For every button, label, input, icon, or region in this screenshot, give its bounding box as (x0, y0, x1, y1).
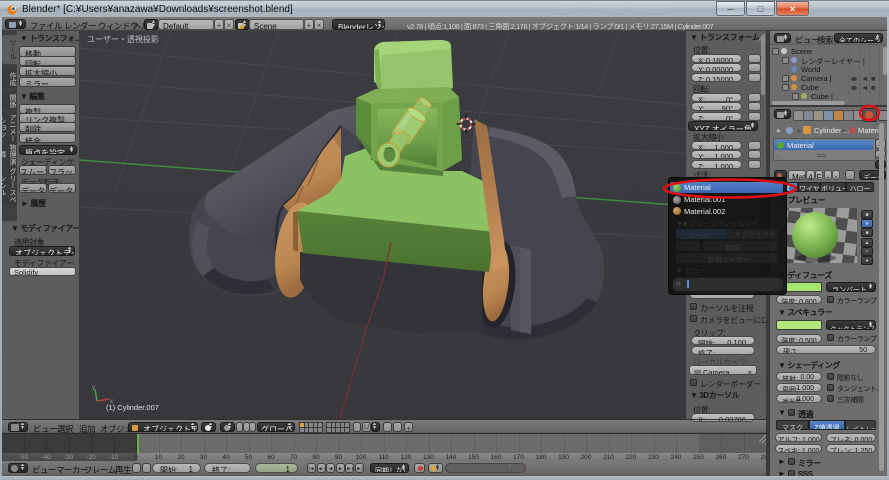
svg-text:(1) Cylinder.007: (1) Cylinder.007 (106, 403, 159, 412)
svg-text:x: x (110, 399, 113, 405)
svg-text:ユーザー・透視投影: ユーザー・透視投影 (87, 34, 159, 44)
svg-text:y: y (92, 385, 95, 391)
